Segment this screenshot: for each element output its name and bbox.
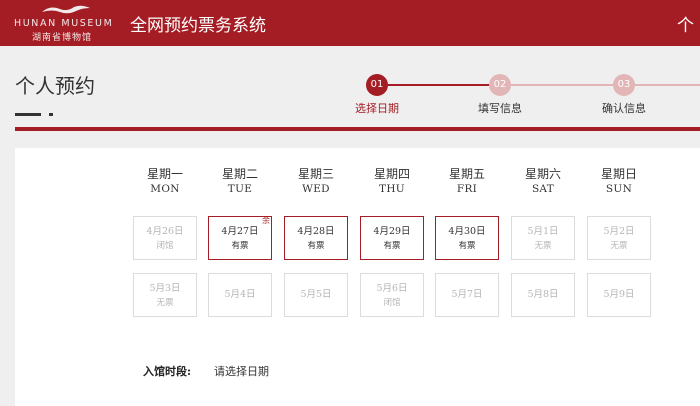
date-label: 5月5日 bbox=[300, 289, 332, 300]
logo-text-en: HUNAN MUSEUM bbox=[14, 18, 114, 29]
date-cell: 5月4日 bbox=[208, 273, 272, 317]
date-cell-available[interactable]: 4月29日 有票 bbox=[360, 216, 424, 260]
logo-mark-icon bbox=[42, 5, 90, 14]
step-1-circle: 01 bbox=[366, 74, 388, 96]
date-label: 4月30日 bbox=[448, 226, 486, 237]
date-cell: 5月9日 bbox=[587, 273, 651, 317]
remaining-badge: 余 bbox=[262, 216, 270, 225]
date-label: 5月9日 bbox=[603, 289, 635, 300]
date-label: 4月26日 bbox=[146, 226, 184, 237]
date-cell: 5月3日 无票 bbox=[133, 273, 197, 317]
date-cell-available[interactable]: 4月30日 有票 bbox=[435, 216, 499, 260]
ticket-status: 有票 bbox=[231, 241, 249, 251]
ticket-status: 有票 bbox=[458, 241, 476, 251]
ticket-status: 闭馆 bbox=[383, 298, 401, 308]
step-3-circle: 03 bbox=[613, 74, 635, 96]
date-label: 5月2日 bbox=[603, 226, 635, 237]
weekday-thu: 星期四 THU bbox=[373, 167, 410, 195]
step-connector-2 bbox=[511, 84, 613, 86]
step-3-label: 确认信息 bbox=[602, 102, 646, 115]
entry-time-label: 入馆时段: bbox=[143, 365, 192, 378]
ticket-status: 无票 bbox=[156, 298, 174, 308]
weekday-sun: 星期日 SUN bbox=[600, 167, 637, 195]
title-underline bbox=[15, 113, 41, 116]
museum-logo[interactable]: HUNAN MUSEUM 湖南省博物馆 bbox=[10, 4, 122, 43]
date-label: 5月6日 bbox=[376, 283, 408, 294]
step-2-label: 填写信息 bbox=[478, 102, 522, 115]
date-cell: 5月6日 闭馆 bbox=[360, 273, 424, 317]
step-connector-3 bbox=[635, 84, 700, 86]
date-label: 5月8日 bbox=[527, 289, 559, 300]
date-cell: 5月2日 无票 bbox=[587, 216, 651, 260]
date-label: 4月29日 bbox=[373, 226, 411, 237]
page-title: 个人预约 bbox=[15, 74, 95, 98]
ticket-status: 无票 bbox=[610, 241, 628, 251]
weekday-mon: 星期一 MON bbox=[146, 167, 183, 195]
section-divider bbox=[15, 127, 700, 131]
ticket-status: 闭馆 bbox=[156, 241, 174, 251]
ticket-status: 无票 bbox=[534, 241, 552, 251]
date-cell: 5月8日 bbox=[511, 273, 575, 317]
title-dot bbox=[49, 113, 53, 116]
date-label: 5月7日 bbox=[451, 289, 483, 300]
date-label: 5月3日 bbox=[149, 283, 181, 294]
logo-text-cn: 湖南省博物馆 bbox=[32, 33, 93, 43]
date-label: 4月27日 bbox=[221, 226, 259, 237]
weekday-tue: 星期二 TUE bbox=[221, 167, 258, 195]
date-cell-available[interactable]: 余 4月27日 有票 bbox=[208, 216, 272, 260]
weekday-fri: 星期五 FRI bbox=[448, 167, 485, 195]
date-cell: 4月26日 闭馆 bbox=[133, 216, 197, 260]
entry-time-value: 请选择日期 bbox=[214, 365, 269, 378]
weekday-sat: 星期六 SAT bbox=[524, 167, 561, 195]
date-cell-available[interactable]: 4月28日 有票 bbox=[284, 216, 348, 260]
step-1-label: 选择日期 bbox=[355, 102, 399, 115]
step-connector-1 bbox=[388, 84, 489, 86]
top-header: HUNAN MUSEUM 湖南省博物馆 全网预约票务系统 个 bbox=[0, 0, 700, 46]
date-label: 4月28日 bbox=[297, 226, 335, 237]
date-cell: 5月1日 无票 bbox=[511, 216, 575, 260]
header-user-menu[interactable]: 个 bbox=[677, 11, 694, 36]
date-cell: 5月5日 bbox=[284, 273, 348, 317]
step-2-circle: 02 bbox=[489, 74, 511, 96]
date-label: 5月1日 bbox=[527, 226, 559, 237]
weekday-wed: 星期三 WED bbox=[297, 167, 334, 195]
system-title: 全网预约票务系统 bbox=[130, 16, 266, 36]
date-label: 5月4日 bbox=[224, 289, 256, 300]
ticket-status: 有票 bbox=[383, 241, 401, 251]
date-cell: 5月7日 bbox=[435, 273, 499, 317]
ticket-status: 有票 bbox=[307, 241, 325, 251]
